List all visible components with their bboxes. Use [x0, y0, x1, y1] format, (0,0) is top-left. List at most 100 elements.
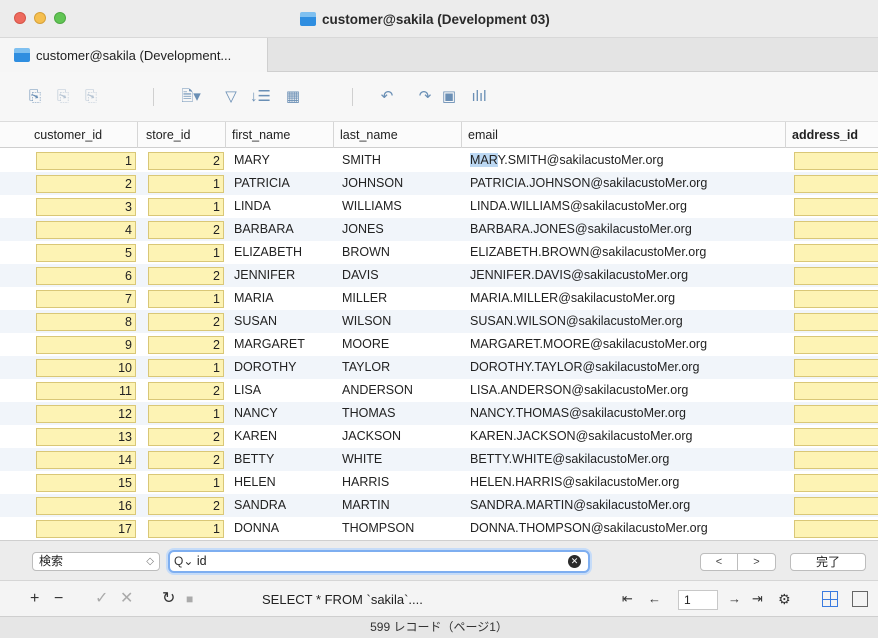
stop-icon[interactable]: ■ — [186, 590, 193, 608]
table-row[interactable]: 7 1 MARIA MILLER MARIA.MILLER@sakilacustoMer… — [0, 287, 878, 310]
cell-store-id[interactable]: 2 — [148, 451, 224, 469]
cell-email[interactable]: NANCY.THOMAS@sakilacustoMer.org — [464, 402, 786, 425]
cell-last-name[interactable]: BROWN — [336, 241, 462, 264]
form-view-toggle-icon[interactable] — [852, 591, 868, 607]
cell-last-name[interactable]: WILSON — [336, 310, 462, 333]
table-row[interactable]: 10 1 DOROTHY TAYLOR DOROTHY.TAYLOR@sakilacus… — [0, 356, 878, 379]
cell-first-name[interactable]: HELEN — [228, 471, 334, 494]
cell-email[interactable]: JENNIFER.DAVIS@sakilacustoMer.org — [464, 264, 786, 287]
cell-customer-id[interactable]: 12 — [36, 405, 136, 423]
cell-email[interactable]: LINDA.WILLIAMS@sakilacustoMer.org — [464, 195, 786, 218]
table-row[interactable]: 3 1 LINDA WILLIAMS LINDA.WILLIAMS@sakilacust… — [0, 195, 878, 218]
cell-email[interactable]: ELIZABETH.BROWN@sakilacustoMer.org — [464, 241, 786, 264]
cell-last-name[interactable]: THOMAS — [336, 402, 462, 425]
minimize-window-button[interactable] — [34, 12, 46, 24]
cell-address-id[interactable]: 15 — [794, 382, 878, 400]
table-row[interactable]: 16 2 SANDRA MARTIN SANDRA.MARTIN@sakilacusto… — [0, 494, 878, 517]
cell-store-id[interactable]: 2 — [148, 382, 224, 400]
cell-last-name[interactable]: JONES — [336, 218, 462, 241]
export-icon[interactable]: 🗎▾ — [178, 88, 204, 106]
cell-last-name[interactable]: TAYLOR — [336, 356, 462, 379]
cell-first-name[interactable]: DOROTHY — [228, 356, 334, 379]
cell-address-id[interactable]: 13 — [794, 336, 878, 354]
cell-store-id[interactable]: 1 — [148, 244, 224, 262]
table-row[interactable]: 8 2 SUSAN WILSON SUSAN.WILSON@sakilacustoMer… — [0, 310, 878, 333]
cell-first-name[interactable]: MARGARET — [228, 333, 334, 356]
cell-last-name[interactable]: ANDERSON — [336, 379, 462, 402]
cell-customer-id[interactable]: 14 — [36, 451, 136, 469]
last-page-icon[interactable]: ⇥ — [752, 590, 763, 608]
cell-first-name[interactable]: LISA — [228, 379, 334, 402]
cell-store-id[interactable]: 1 — [148, 198, 224, 216]
cell-address-id[interactable]: 21 — [794, 520, 878, 538]
search-done-button[interactable]: 完了 — [790, 553, 866, 571]
chart-icon[interactable]: ılıl — [470, 88, 488, 106]
search-scope-select[interactable]: 検索 ◇ — [32, 552, 160, 571]
cell-address-id[interactable]: 8 — [794, 221, 878, 239]
cell-last-name[interactable]: WHITE — [336, 448, 462, 471]
cell-email[interactable]: DONNA.THOMPSON@sakilacustoMer.org — [464, 517, 786, 540]
table-row[interactable]: 17 1 DONNA THOMPSON DONNA.THOMPSON@sakilacus… — [0, 517, 878, 540]
discard-icon[interactable]: ✕ — [120, 590, 133, 608]
cell-first-name[interactable]: NANCY — [228, 402, 334, 425]
cell-store-id[interactable]: 2 — [148, 428, 224, 446]
cell-last-name[interactable]: JACKSON — [336, 425, 462, 448]
column-header-email[interactable]: email — [462, 122, 786, 148]
cell-last-name[interactable]: SMITH — [336, 149, 462, 172]
search-next-button[interactable]: > — [738, 553, 776, 571]
next-page-icon[interactable]: → — [728, 590, 741, 608]
cell-address-id[interactable]: 18 — [794, 451, 878, 469]
refresh-icon[interactable]: ↻ — [162, 590, 175, 608]
cell-customer-id[interactable]: 10 — [36, 359, 136, 377]
column-header-customer-id[interactable]: customer_id — [28, 122, 138, 148]
close-window-button[interactable] — [14, 12, 26, 24]
column-header-first-name[interactable]: first_name — [226, 122, 334, 148]
table-row[interactable]: 6 2 JENNIFER DAVIS JENNIFER.DAVIS@sakilacust… — [0, 264, 878, 287]
table-row[interactable]: 13 2 KAREN JACKSON KAREN.JACKSON@sakilacusto… — [0, 425, 878, 448]
cell-address-id[interactable]: 19 — [794, 474, 878, 492]
clear-search-icon[interactable]: ✕ — [568, 555, 581, 568]
table-row[interactable]: 1 2 MARY SMITH MARY.SMITH@sakilacustoMer.org… — [0, 149, 878, 172]
column-header-last-name[interactable]: last_name — [334, 122, 462, 148]
new-row-icon[interactable]: ⎘ — [26, 88, 44, 106]
cell-store-id[interactable]: 1 — [148, 359, 224, 377]
cell-email[interactable]: KAREN.JACKSON@sakilacustoMer.org — [464, 425, 786, 448]
cell-customer-id[interactable]: 13 — [36, 428, 136, 446]
cell-first-name[interactable]: KAREN — [228, 425, 334, 448]
cell-last-name[interactable]: HARRIS — [336, 471, 462, 494]
grid-view-icon[interactable]: ▦ — [284, 88, 302, 106]
cell-customer-id[interactable]: 16 — [36, 497, 136, 515]
cell-store-id[interactable]: 1 — [148, 474, 224, 492]
cell-address-id[interactable]: 20 — [794, 497, 878, 515]
cell-email[interactable]: HELEN.HARRIS@sakilacustoMer.org — [464, 471, 786, 494]
cell-last-name[interactable]: JOHNSON — [336, 172, 462, 195]
filter-icon[interactable]: ▽ — [222, 88, 240, 106]
cell-first-name[interactable]: SUSAN — [228, 310, 334, 333]
cell-customer-id[interactable]: 17 — [36, 520, 136, 538]
cell-first-name[interactable]: SANDRA — [228, 494, 334, 517]
table-row[interactable]: 12 1 NANCY THOMAS NANCY.THOMAS@sakilacustoMe… — [0, 402, 878, 425]
table-row[interactable]: 4 2 BARBARA JONES BARBARA.JONES@sakilacustoM… — [0, 218, 878, 241]
table-row[interactable]: 15 1 HELEN HARRIS HELEN.HARRIS@sakilacustoMe… — [0, 471, 878, 494]
cell-customer-id[interactable]: 11 — [36, 382, 136, 400]
cell-customer-id[interactable]: 15 — [36, 474, 136, 492]
column-header-address-id[interactable]: address_id — [786, 122, 878, 148]
cell-store-id[interactable]: 2 — [148, 152, 224, 170]
cell-email[interactable]: SANDRA.MARTIN@sakilacustoMer.org — [464, 494, 786, 517]
delete-row-icon[interactable]: ⎘ — [82, 88, 100, 106]
cell-first-name[interactable]: MARY — [228, 149, 334, 172]
cell-email[interactable]: SUSAN.WILSON@sakilacustoMer.org — [464, 310, 786, 333]
cell-address-id[interactable]: 9 — [794, 244, 878, 262]
cell-last-name[interactable]: THOMPSON — [336, 517, 462, 540]
cell-email[interactable]: LISA.ANDERSON@sakilacustoMer.org — [464, 379, 786, 402]
cell-address-id[interactable]: 10 — [794, 267, 878, 285]
cell-first-name[interactable]: LINDA — [228, 195, 334, 218]
cell-customer-id[interactable]: 1 — [36, 152, 136, 170]
first-page-icon[interactable]: ⇤ — [622, 590, 633, 608]
cell-last-name[interactable]: WILLIAMS — [336, 195, 462, 218]
cell-last-name[interactable]: DAVIS — [336, 264, 462, 287]
cell-customer-id[interactable]: 6 — [36, 267, 136, 285]
cell-store-id[interactable]: 2 — [148, 497, 224, 515]
grid-view-toggle-icon[interactable] — [822, 591, 838, 607]
cell-email[interactable]: DOROTHY.TAYLOR@sakilacustoMer.org — [464, 356, 786, 379]
